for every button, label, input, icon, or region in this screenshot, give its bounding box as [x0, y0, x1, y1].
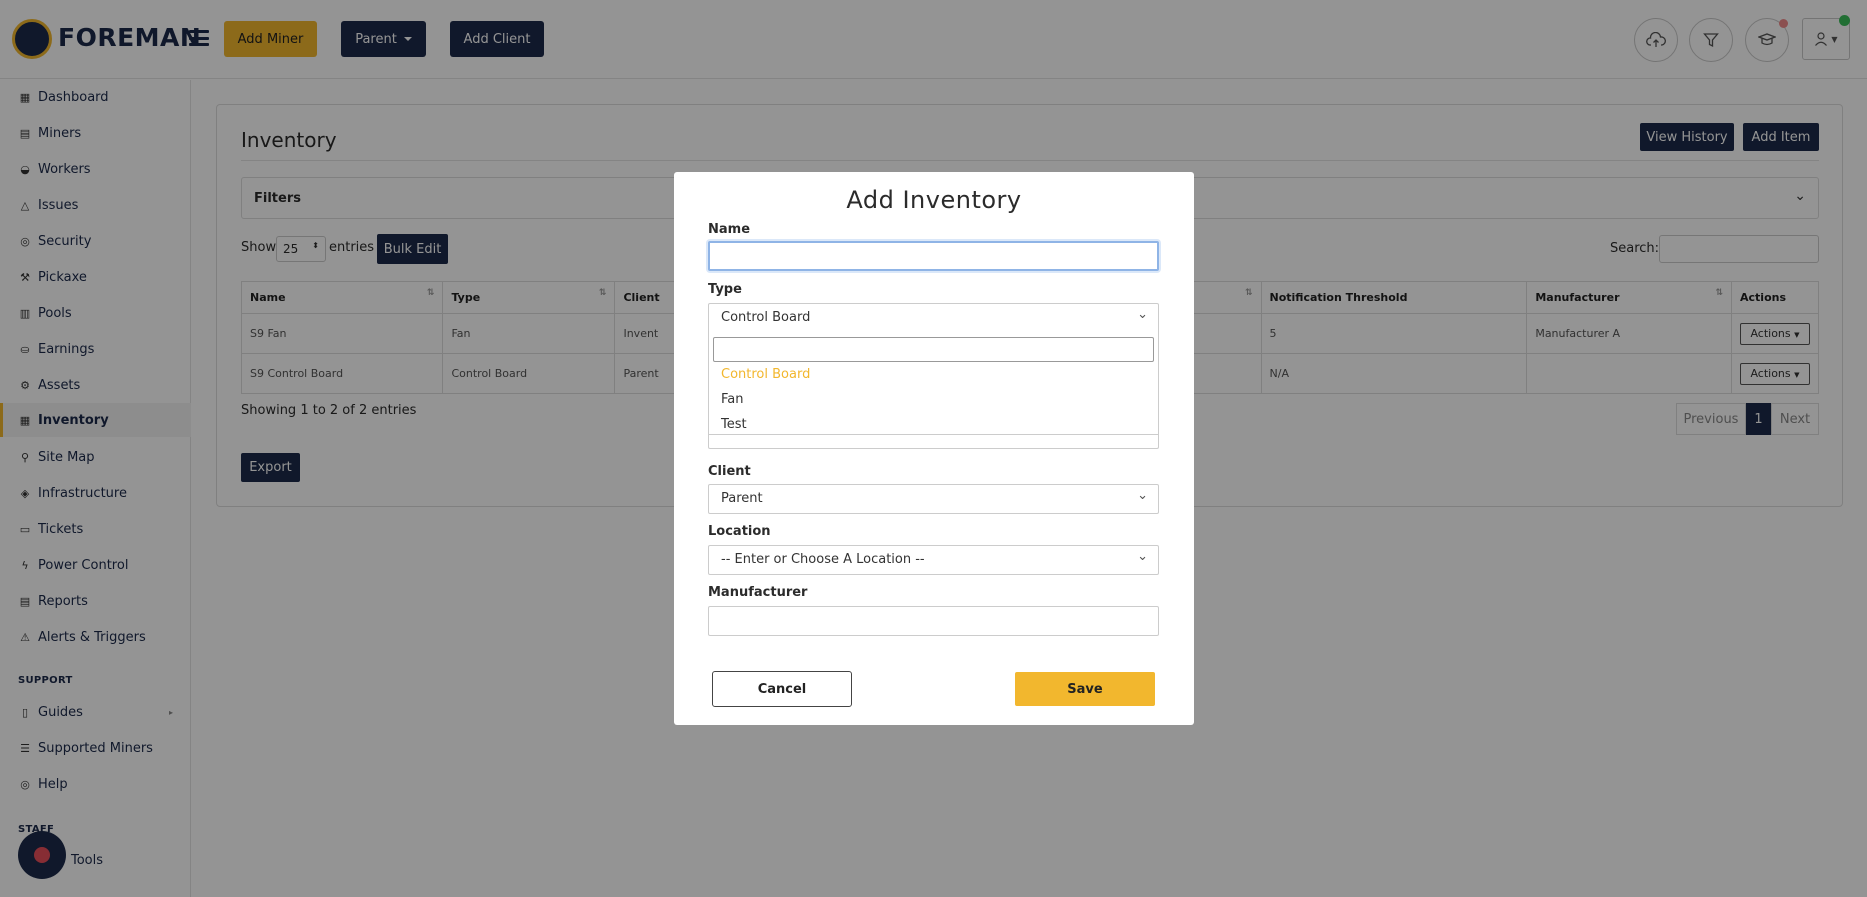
location-label: Location	[708, 524, 771, 539]
type-dropdown-search-input[interactable]	[713, 337, 1154, 362]
type-label: Type	[708, 282, 742, 297]
client-label: Client	[708, 464, 751, 479]
hidden-field-edge	[708, 435, 1159, 449]
modal-title: Add Inventory	[846, 186, 1022, 214]
type-option-fan[interactable]: Fan	[721, 392, 744, 407]
manufacturer-label: Manufacturer	[708, 585, 808, 600]
client-value: Parent	[721, 491, 763, 506]
type-value: Control Board	[721, 310, 811, 325]
client-select[interactable]: Parent ⌄	[708, 484, 1159, 514]
chevron-down-icon: ⌄	[1137, 549, 1148, 564]
location-select[interactable]: -- Enter or Choose A Location -- ⌄	[708, 545, 1159, 575]
name-input[interactable]	[708, 241, 1159, 271]
location-value: -- Enter or Choose A Location --	[721, 552, 925, 567]
chevron-down-icon: ⌄	[1137, 307, 1148, 322]
type-option-control-board[interactable]: Control Board	[721, 367, 810, 382]
manufacturer-input[interactable]	[708, 606, 1159, 636]
chevron-down-icon: ⌄	[1137, 488, 1148, 503]
type-dropdown: Control Board Fan Test	[708, 328, 1159, 435]
add-inventory-modal: Add Inventory Name Type Control Board ⌄ C…	[674, 172, 1194, 725]
save-button[interactable]: Save	[1015, 672, 1155, 706]
cancel-button[interactable]: Cancel	[712, 671, 852, 707]
type-option-test[interactable]: Test	[721, 417, 747, 432]
name-label: Name	[708, 222, 751, 237]
